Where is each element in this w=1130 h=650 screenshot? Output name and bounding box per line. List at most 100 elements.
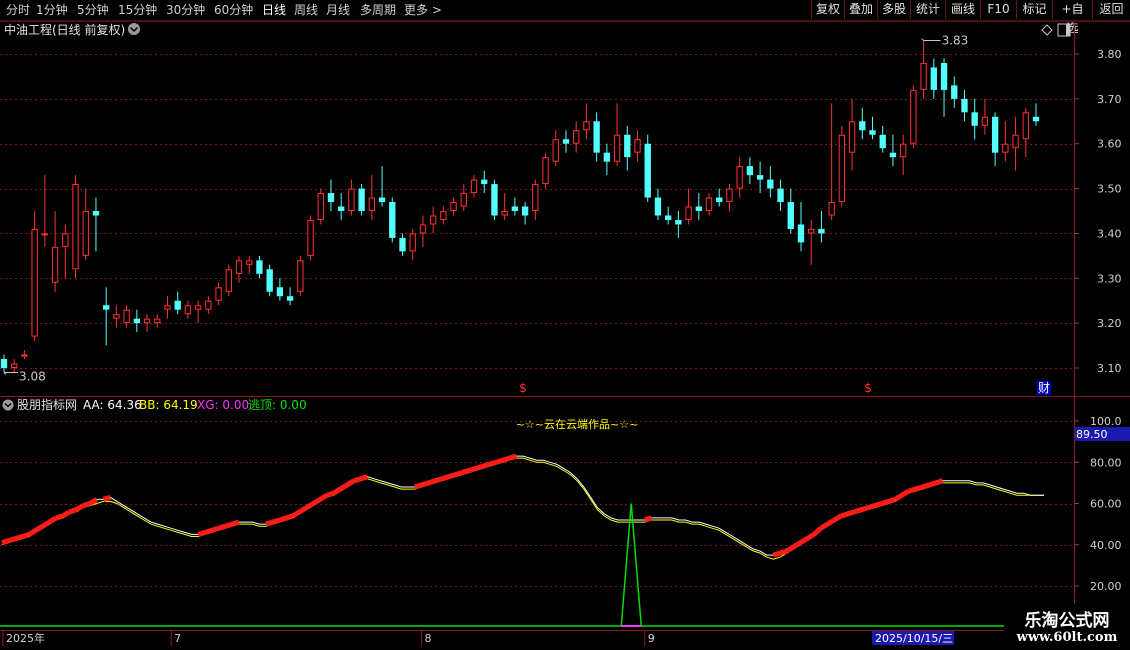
rising-segment <box>339 482 349 492</box>
candle-body-up <box>583 121 590 131</box>
candle-body-down <box>358 188 365 211</box>
candle-body-down <box>777 188 784 203</box>
price-axis: 3.80 3.70 3.60 3.50 3.40 3.30 3.20 3.10 <box>1074 48 1122 375</box>
indicator-tick-label: 20.00 <box>1090 580 1122 593</box>
rising-segment <box>231 519 240 527</box>
candle-body-up <box>154 318 161 324</box>
candle-body-down <box>624 134 631 158</box>
candle-body-up <box>981 116 989 126</box>
rising-segment <box>488 459 497 467</box>
candle-body-up <box>573 130 580 144</box>
rising-segment <box>291 509 302 519</box>
candle-body-up <box>726 188 733 203</box>
rising-segment <box>785 544 795 554</box>
rising-segment <box>359 474 369 482</box>
candle-body-down <box>174 300 181 310</box>
rising-segment <box>928 480 937 488</box>
candle-body-up <box>143 318 151 324</box>
rising-segment <box>799 536 809 545</box>
candle-body-down <box>746 166 754 176</box>
rising-segment <box>75 503 85 512</box>
rising-segment <box>874 501 883 508</box>
rising-segment <box>468 466 477 473</box>
candle-body-down <box>991 116 999 153</box>
rising-segment <box>805 532 816 541</box>
rising-segment <box>217 523 227 531</box>
candle-body-up <box>225 269 232 292</box>
indicator-tick-label: 100.0 <box>1090 415 1122 428</box>
candle-body-down <box>961 98 968 113</box>
candle-body-up <box>419 224 427 234</box>
rising-segment <box>55 513 64 521</box>
candle-body-down <box>716 197 723 203</box>
candle-body-up <box>72 184 79 270</box>
indicator-tick-label: 60.00 <box>1090 498 1122 511</box>
candle-body-down <box>266 269 273 292</box>
rising-segment <box>867 503 876 511</box>
rising-segment <box>474 463 484 471</box>
candle-body-down <box>327 193 335 203</box>
candle-body-up <box>21 354 28 357</box>
candle-body-down <box>491 184 498 216</box>
candle-body-up <box>348 188 355 211</box>
rising-segment <box>82 501 91 508</box>
candle-body-up <box>460 193 467 207</box>
cursor-date-label: 2025/10/15/三 <box>875 632 953 645</box>
kline-chart[interactable]: 3.80 3.70 3.60 3.50 3.40 3.30 3.20 3.10 100.0 80… <box>0 0 1130 650</box>
rising-segment <box>441 474 450 482</box>
panel-toggle-icon[interactable] <box>1057 23 1071 37</box>
rising-segment <box>819 521 829 531</box>
rising-segment <box>461 468 470 475</box>
bb-line <box>1 457 1044 560</box>
candle-body-down <box>511 206 519 211</box>
rising-segment <box>1 538 10 546</box>
candle-body-down <box>767 179 774 189</box>
event-markers: $ $ 财 <box>519 381 1051 395</box>
price-tick-label: 3.70 <box>1097 93 1122 106</box>
rising-segment <box>495 457 504 465</box>
candle-body-up <box>215 287 222 301</box>
candle-body-down <box>133 318 140 324</box>
candle-body-up <box>920 62 927 90</box>
candle-body-down <box>951 85 958 99</box>
candle-body-down <box>103 305 110 310</box>
candle-body-up <box>429 215 437 225</box>
candle-body-down <box>562 139 570 144</box>
candle-body-down <box>338 206 345 211</box>
candle-body-down <box>521 206 529 216</box>
rising-segment <box>853 507 863 515</box>
candle-body-up <box>1022 112 1029 140</box>
candle-body-up <box>900 143 907 158</box>
rising-segment <box>48 515 58 525</box>
xg-value-label: XG: 0.00 <box>197 398 249 412</box>
rising-segment <box>860 505 869 513</box>
site-url: www.60lt.com <box>1016 630 1118 645</box>
candle-body-down <box>0 359 8 368</box>
indicator-tick-label: 40.00 <box>1090 539 1122 552</box>
title-dropdown-icon[interactable] <box>128 23 140 35</box>
price-tick-label: 3.60 <box>1097 138 1122 151</box>
candle-body-up <box>184 305 192 315</box>
rising-segment <box>832 513 843 523</box>
candle-body-up <box>450 202 457 211</box>
rising-segment <box>271 517 281 525</box>
indicator-settings-icon[interactable] <box>2 399 14 411</box>
candle-body-up <box>705 197 713 212</box>
price-tick-label: 3.80 <box>1097 48 1122 61</box>
escape-value-label: 逃顶: 0.00 <box>248 398 307 412</box>
candle-body-up <box>470 179 478 194</box>
date-label: 7 <box>174 632 181 645</box>
dollar-marker: $ <box>519 381 527 395</box>
rising-segment <box>61 509 71 519</box>
candle-body-up <box>613 134 621 162</box>
diamond-icon[interactable] <box>1041 24 1053 36</box>
price-tick-label: 3.50 <box>1097 183 1122 196</box>
high-price-label: 3.83 <box>942 34 969 48</box>
candle-body-up <box>235 260 243 274</box>
rising-segment <box>265 519 274 527</box>
rising-segment <box>508 453 517 461</box>
candle-body-up <box>736 166 743 189</box>
date-axis: 2025年78910 <box>2 631 899 646</box>
candle-body-down <box>859 121 866 131</box>
candle-body-up <box>440 211 447 220</box>
